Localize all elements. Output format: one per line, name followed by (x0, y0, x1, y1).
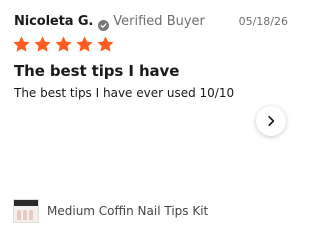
star-icon (13, 36, 30, 52)
verified-buyer-label: Verified Buyer (113, 13, 205, 29)
chevron-right-icon (268, 115, 275, 127)
review-header: Nicoleta G. Verified Buyer 05/18/26 (14, 13, 288, 31)
reviewer-name: Nicoleta G. (14, 13, 94, 29)
star-icon (97, 36, 114, 52)
review-body: The best tips I have ever used 10/10 (14, 86, 235, 100)
star-icon (55, 36, 72, 52)
star-rating (12, 35, 115, 54)
next-review-button[interactable] (256, 106, 286, 136)
review-title: The best tips I have (14, 62, 180, 80)
review-date: 05/18/26 (238, 14, 288, 28)
review-card: Nicoleta G. Verified Buyer 05/18/26 The … (0, 0, 300, 240)
product-thumbnail[interactable] (13, 199, 39, 223)
star-icon (76, 36, 93, 52)
reviewed-product[interactable]: Medium Coffin Nail Tips Kit (13, 199, 208, 223)
verified-badge-icon (98, 16, 110, 31)
star-icon (34, 36, 51, 52)
product-name[interactable]: Medium Coffin Nail Tips Kit (47, 204, 208, 218)
